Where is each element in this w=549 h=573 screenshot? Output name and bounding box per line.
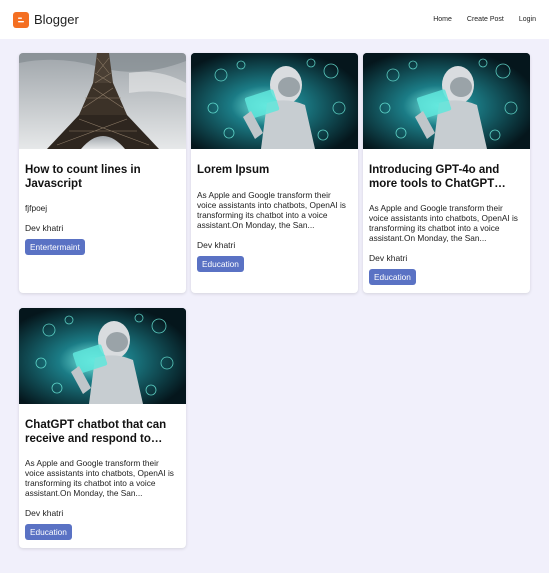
post-title[interactable]: How to count lines in Javascript (25, 164, 180, 191)
brand[interactable]: Blogger (13, 11, 79, 28)
nav-link-login[interactable]: Login (519, 16, 536, 23)
nav-link-home[interactable]: Home (433, 16, 452, 23)
post-card[interactable]: ChatGPT chatbot that can receive and res… (19, 308, 186, 548)
post-image (19, 53, 186, 149)
nav-link-create-post[interactable]: Create Post (467, 16, 504, 23)
blogger-logo-icon (13, 11, 29, 28)
top-navbar: Blogger Home Create Post Login (0, 0, 549, 39)
post-card[interactable]: Lorem Ipsum As Apple and Google transfor… (191, 53, 358, 293)
nav-links: Home Create Post Login (418, 16, 536, 23)
post-description: As Apple and Google transform their voic… (197, 189, 346, 230)
post-description: As Apple and Google transform their voic… (369, 203, 518, 243)
post-card[interactable]: Introducing GPT-4o and more tools to Cha… (363, 53, 530, 293)
category-tag[interactable]: Education (369, 269, 416, 285)
post-image (19, 308, 186, 404)
post-description: As Apple and Google transform their voic… (25, 458, 174, 498)
post-title[interactable]: Introducing GPT-4o and more tools to Cha… (369, 164, 524, 191)
post-description: fjfpoej (25, 203, 48, 213)
post-author: Dev khatri (25, 223, 64, 233)
post-title[interactable]: ChatGPT chatbot that can receive and res… (25, 419, 180, 446)
post-card[interactable]: How to count lines in Javascript fjfpoej… (19, 53, 186, 293)
post-image (363, 53, 530, 149)
post-author: Dev khatri (197, 239, 236, 250)
post-title[interactable]: Lorem Ipsum (197, 164, 352, 178)
post-author: Dev khatri (369, 253, 408, 263)
category-tag[interactable]: Education (25, 524, 72, 540)
brand-name: Blogger (34, 12, 79, 27)
category-tag[interactable]: Entertermaint (25, 239, 85, 255)
category-tag[interactable]: Education (197, 255, 244, 272)
post-image (191, 53, 358, 149)
post-author: Dev khatri (25, 508, 64, 518)
